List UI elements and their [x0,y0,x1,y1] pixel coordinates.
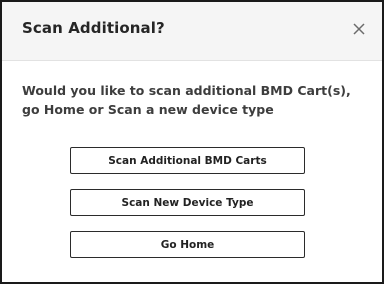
dialog-message: Would you like to scan additional BMD Ca… [22,83,351,117]
dialog-title: Scan Additional? [22,19,165,37]
scan-additional-bmd-carts-button[interactable]: Scan Additional BMD Carts [70,147,305,174]
go-home-button[interactable]: Go Home [70,231,305,258]
close-icon [353,23,365,35]
dialog-body: Would you like to scan additional BMD Ca… [2,61,382,282]
scan-new-device-type-button[interactable]: Scan New Device Type [70,189,305,216]
dialog-header: Scan Additional? [2,2,382,61]
scan-additional-dialog: Scan Additional? Would you like to scan … [0,0,384,284]
close-button[interactable] [349,19,369,39]
